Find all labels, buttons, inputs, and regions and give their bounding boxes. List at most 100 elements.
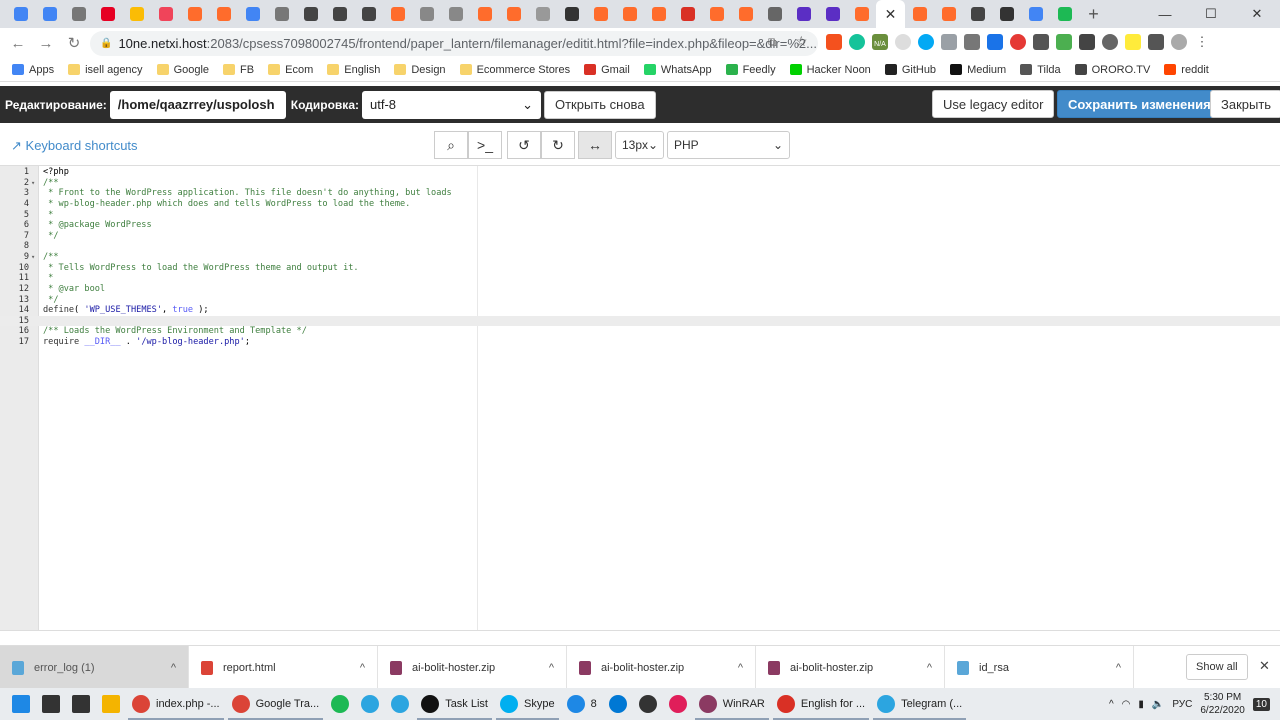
bookmark-item[interactable]: Apps	[12, 64, 54, 76]
mode-select[interactable]: PHP ⌄	[667, 131, 790, 159]
download-item[interactable]: ai-bolit-hoster.zip ^	[378, 645, 567, 690]
chevron-up-icon[interactable]: ^	[1109, 699, 1114, 710]
close-window-button[interactable]: ✕	[1234, 0, 1280, 28]
browser-tab[interactable]	[615, 0, 644, 28]
browser-tab[interactable]	[470, 0, 499, 28]
taskbar-vscode[interactable]	[603, 688, 633, 720]
taskbar-notion[interactable]: Task List	[415, 688, 494, 720]
taskbar-telegram[interactable]: Telegram (...	[871, 688, 968, 720]
close-downloads-bar-button[interactable]: ✕	[1259, 658, 1270, 674]
browser-tab[interactable]	[122, 0, 151, 28]
goto-line-button[interactable]: >_	[468, 131, 502, 159]
menu-kebab-icon[interactable]: ⋮	[1194, 34, 1210, 50]
redo-button[interactable]: ↻	[541, 131, 575, 159]
browser-tab[interactable]	[586, 0, 615, 28]
browser-tab[interactable]	[441, 0, 470, 28]
bookmark-item[interactable]: FB	[223, 64, 254, 76]
url-bar[interactable]: 🔒 10ne.netxi.host:2083/cpsess7098002745/…	[90, 31, 818, 56]
browser-tab[interactable]	[209, 0, 238, 28]
encoding-select[interactable]: utf-8 ⌄	[361, 90, 541, 119]
close-button[interactable]: Закрыть	[1210, 90, 1280, 118]
taskbar-mail[interactable]: 8	[561, 688, 603, 720]
volume-icon[interactable]: 🔈	[1152, 699, 1164, 710]
chevron-up-icon[interactable]: ^	[738, 662, 743, 674]
close-tab-icon[interactable]: ✕	[885, 6, 897, 23]
back-button[interactable]: ←	[4, 35, 32, 52]
keyboard-shortcuts-link[interactable]: ↗ Keyboard shortcuts	[11, 138, 138, 154]
download-item[interactable]: id_rsa ^	[945, 645, 1134, 690]
download-item[interactable]: report.html ^	[189, 645, 378, 690]
chevron-up-icon[interactable]: ^	[927, 662, 932, 674]
bookmark-item[interactable]: Medium	[950, 64, 1006, 76]
taskbar-chrome[interactable]: index.php -...	[126, 688, 226, 720]
bookmark-item[interactable]: Hacker Noon	[789, 64, 871, 76]
browser-tab[interactable]	[296, 0, 325, 28]
bookmark-item[interactable]: isell agency	[68, 64, 143, 76]
battery-icon[interactable]: ▮	[1138, 699, 1144, 710]
extension-icon[interactable]	[826, 34, 842, 50]
taskbar-start[interactable]	[6, 688, 36, 720]
reload-button[interactable]: ↻	[60, 34, 88, 52]
browser-tab[interactable]	[354, 0, 383, 28]
browser-tab[interactable]	[528, 0, 557, 28]
taskbar-file-explorer[interactable]	[96, 688, 126, 720]
chevron-up-icon[interactable]: ^	[171, 662, 176, 674]
maximize-button[interactable]: ☐	[1188, 0, 1234, 28]
language-indicator[interactable]: РУС	[1172, 699, 1192, 710]
browser-tab[interactable]	[818, 0, 847, 28]
browser-tab[interactable]	[64, 0, 93, 28]
chevron-up-icon[interactable]: ^	[1116, 662, 1121, 674]
extension-icon[interactable]	[1010, 34, 1026, 50]
bookmark-item[interactable]: English	[327, 64, 380, 76]
extension-icon[interactable]	[1033, 34, 1049, 50]
reopen-button[interactable]: Открыть снова	[543, 90, 656, 119]
bookmark-item[interactable]: Gmail	[584, 64, 630, 76]
wrap-toggle-button[interactable]: ↔	[578, 131, 612, 159]
new-tab-button[interactable]: +	[1079, 0, 1108, 28]
browser-tab[interactable]	[6, 0, 35, 28]
taskbar-pdf[interactable]: English for ...	[771, 688, 871, 720]
fold-arrow-icon[interactable]: ▾	[31, 252, 35, 263]
browser-tab[interactable]	[1050, 0, 1079, 28]
bookmark-item[interactable]: ORORO.TV	[1074, 64, 1150, 76]
taskbar-telegram[interactable]	[355, 688, 385, 720]
taskbar-search[interactable]	[36, 688, 66, 720]
bookmark-item[interactable]: WhatsApp	[643, 64, 712, 76]
fold-arrow-icon[interactable]: ▾	[31, 178, 35, 189]
undo-button[interactable]: ↺	[507, 131, 541, 159]
profile-avatar[interactable]	[1171, 34, 1187, 50]
code-extension-icon[interactable]	[941, 34, 957, 50]
grammarly-icon[interactable]	[849, 34, 865, 50]
browser-tab[interactable]	[731, 0, 760, 28]
taskbar-slack[interactable]	[663, 688, 693, 720]
extension-icon[interactable]	[1056, 34, 1072, 50]
legacy-editor-button[interactable]: Use legacy editor	[932, 90, 1055, 118]
extension-icon[interactable]	[1125, 34, 1141, 50]
browser-tab[interactable]	[789, 0, 818, 28]
active-browser-tab[interactable]: ✕	[876, 0, 905, 28]
browser-tab[interactable]	[151, 0, 180, 28]
browser-tab[interactable]	[383, 0, 412, 28]
browser-tab[interactable]	[934, 0, 963, 28]
font-size-select[interactable]: 13px ⌄	[615, 131, 664, 159]
download-item[interactable]: ai-bolit-hoster.zip ^	[567, 645, 756, 690]
extension-icon[interactable]	[964, 34, 980, 50]
bookmark-item[interactable]: Ecom	[268, 64, 313, 76]
browser-tab[interactable]	[35, 0, 64, 28]
browser-tab[interactable]	[760, 0, 789, 28]
taskbar-winrar[interactable]: WinRAR	[693, 688, 771, 720]
screenshot-extension-icon[interactable]	[1079, 34, 1095, 50]
camera-extension-icon[interactable]	[987, 34, 1003, 50]
bookmark-star-icon[interactable]: ☆	[795, 33, 808, 50]
browser-tab[interactable]	[673, 0, 702, 28]
browser-tab[interactable]	[702, 0, 731, 28]
bookmark-item[interactable]: reddit	[1164, 64, 1209, 76]
download-item[interactable]: ai-bolit-hoster.zip ^	[756, 645, 945, 690]
browser-tab[interactable]	[644, 0, 673, 28]
browser-tab[interactable]	[963, 0, 992, 28]
extension-na-icon[interactable]: N/A	[872, 34, 888, 50]
forward-button[interactable]: →	[32, 35, 60, 52]
wifi-icon[interactable]: ◠	[1122, 699, 1131, 710]
browser-tab[interactable]	[847, 0, 876, 28]
browser-tab[interactable]	[1021, 0, 1050, 28]
